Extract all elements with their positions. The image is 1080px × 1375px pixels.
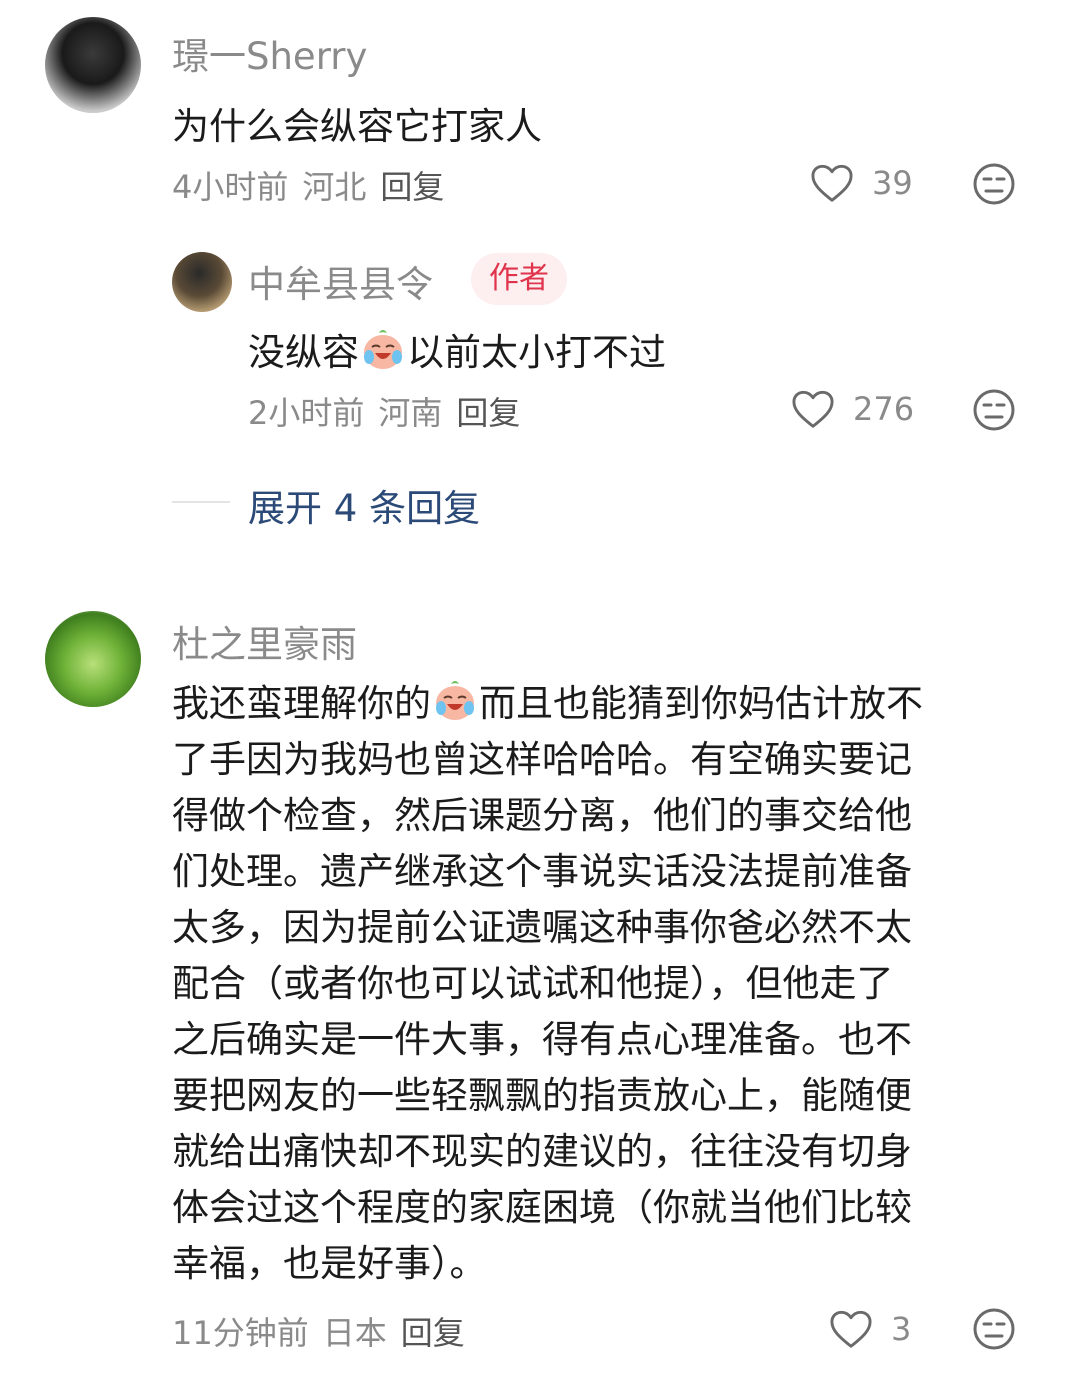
reply-button[interactable]: 回复: [456, 388, 520, 434]
crying-laughing-emoji-icon: [436, 681, 474, 720]
comment-text-line: 配合（或者你也可以试试和他提），但他走了: [172, 962, 894, 1005]
avatar[interactable]: [172, 252, 232, 312]
reply-button[interactable]: 回复: [401, 1308, 465, 1354]
crying-laughing-emoji-icon: [364, 330, 402, 369]
comment-text-line: 幸福，也是好事）。: [172, 1242, 487, 1285]
comment-text-part: 我还蛮理解你的: [172, 682, 431, 725]
comment-text-line: 要把网友的一些轻飘飘的指责放心上，能随便: [172, 1074, 912, 1117]
comment-text-line: 就给出痛快却不现实的建议的，往往没有切身: [172, 1130, 912, 1173]
reply-text: 没纵容 以前太小打不过: [248, 322, 666, 376]
comment-text-line: 们处理。遗产继承这个事说实话没法提前准备: [172, 850, 912, 893]
comment-meta: 11分钟前 日本 回复: [172, 1308, 465, 1354]
expand-replies-button[interactable]: 展开 4 条回复: [248, 478, 480, 532]
comment-text-line: 之后确实是一件大事，得有点心理准备。也不: [172, 1018, 912, 1061]
author-badge: 作者: [471, 253, 567, 305]
heart-outline-icon: [792, 390, 834, 428]
like-button[interactable]: 39: [810, 158, 913, 208]
comment-location: 河北: [302, 168, 367, 206]
reply-text-part: 以前太小打不过: [407, 331, 666, 374]
unamused-face-icon[interactable]: [972, 388, 1016, 432]
reply-meta: 2小时前 河南 回复: [248, 388, 520, 434]
comment-time: 11分钟前: [172, 1314, 309, 1352]
reply-time: 2小时前: [248, 394, 365, 432]
unamused-face-icon[interactable]: [972, 162, 1016, 206]
comment-meta: 4小时前 河北 回复: [172, 162, 444, 208]
comment-list: 璟一Sherry 为什么会纵容它打家人 4小时前 河北 回复 39 中牟县县令 作者…: [0, 0, 1080, 1375]
heart-outline-icon: [830, 1310, 872, 1348]
comment-text-line: 得做个检查，然后课题分离，他们的事交给他: [172, 794, 912, 837]
comment-text-part: 而且也能猜到你妈估计放不: [479, 682, 923, 725]
comment-username[interactable]: 璟一Sherry: [172, 26, 367, 80]
reply-text-part: 没纵容: [248, 331, 359, 374]
comment-text: 我还蛮理解你的 而且也能猜到你妈估计放不 了手因为我妈也曾这样哈哈哈。有空确实要…: [172, 676, 1022, 1292]
comment-text-line: 体会过这个程度的家庭困境（你就当他们比较: [172, 1186, 912, 1229]
avatar[interactable]: [45, 17, 141, 113]
like-count: 3: [891, 1310, 912, 1348]
reply-location: 河南: [378, 394, 443, 432]
comment-time: 4小时前: [172, 168, 289, 206]
divider: [172, 501, 230, 503]
reply-button[interactable]: 回复: [380, 162, 444, 208]
like-count: 39: [872, 164, 913, 202]
like-count: 276: [853, 390, 915, 428]
comment-text-line: 太多，因为提前公证遗嘱这种事你爸必然不太: [172, 906, 912, 949]
avatar[interactable]: [45, 611, 141, 707]
unamused-face-icon[interactable]: [972, 1307, 1016, 1351]
comment-username[interactable]: 杜之里豪雨: [172, 614, 357, 668]
like-button[interactable]: 276: [791, 384, 914, 434]
comment-text: 为什么会纵容它打家人: [172, 105, 542, 148]
comment-location: 日本: [322, 1314, 387, 1352]
comment-text-line: 了手因为我妈也曾这样哈哈哈。有空确实要记: [172, 738, 912, 781]
heart-outline-icon: [811, 164, 853, 202]
reply-username[interactable]: 中牟县县令: [248, 254, 433, 308]
like-button[interactable]: 3: [829, 1304, 911, 1354]
comment-text-line: 我还蛮理解你的 而且也能猜到你妈估计放不: [172, 676, 1022, 732]
